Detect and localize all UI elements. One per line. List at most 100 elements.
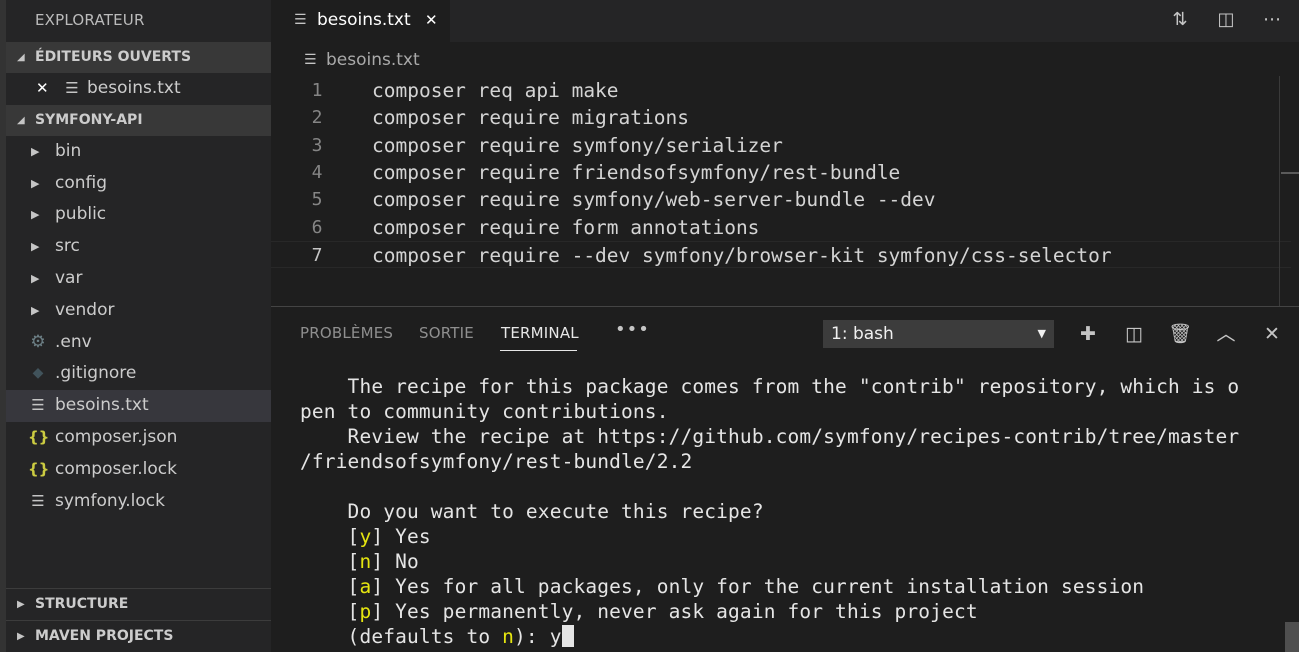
option-text: No [395,550,419,573]
file-item-besoins[interactable]: ☰ besoins.txt [6,390,271,422]
chevron-right-icon: ▶ [31,303,40,317]
file-label: .env [55,331,92,352]
close-tab-icon[interactable]: ✕ [425,0,438,40]
file-label: symfony.lock [55,490,165,511]
line-text: composer require --dev symfony/browser-k… [372,243,1112,267]
explorer-sidebar: EXPLORATEUR ◢ ÉDITEURS OUVERTS ✕ ☰ besoi… [6,0,271,652]
terminal-line: Review the recipe at https://github.com/… [300,425,1240,448]
project-header[interactable]: ◢ SYMFONY-API [6,104,271,136]
code-line: 1 composer req api make [271,77,1291,104]
text-file-icon: ☰ [65,79,79,97]
chevron-right-icon: ▶ [31,176,40,190]
open-editor-item[interactable]: ✕ ☰ besoins.txt [6,73,271,105]
text-file-icon: ☰ [294,12,307,28]
gear-icon: ⚙ [30,331,46,352]
text-file-icon: ☰ [31,491,45,510]
option-text: Yes [395,525,431,548]
file-item-env[interactable]: ⚙ .env [6,327,271,359]
folder-label: bin [55,140,82,161]
chevron-right-icon: ▶ [31,208,40,222]
chevron-right-icon: ▶ [31,144,40,158]
line-number: 2 [311,107,323,129]
maven-projects-label: MAVEN PROJECTS [35,628,174,644]
file-item-gitignore[interactable]: ◆ .gitignore [6,358,271,390]
line-text: composer req api make [372,79,619,102]
folder-label: config [55,172,108,193]
more-tabs-icon[interactable]: ••• [615,319,650,340]
overview-ruler [1279,76,1280,306]
terminal-select-value: 1: bash [831,324,894,344]
tab-problems[interactable]: PROBLÈMES [300,324,393,342]
option-key: p [359,600,372,623]
tab-output[interactable]: SORTIE [419,324,474,342]
open-editors-header[interactable]: ◢ ÉDITEURS OUVERTS [6,42,271,73]
terminal-scrollbar[interactable] [1285,622,1299,652]
terminal-output[interactable]: The recipe for this package comes from t… [300,374,1280,649]
maven-projects-section[interactable]: ▶ MAVEN PROJECTS [6,620,271,651]
folder-item-bin[interactable]: ▶ bin [6,136,271,168]
line-number: 1 [311,80,323,101]
terminal-line: pen to community contributions. [300,400,669,423]
folder-item-vendor[interactable]: ▶ vendor [6,295,271,327]
line-text: composer require form annotations [372,215,760,239]
folder-item-var[interactable]: ▶ var [6,263,271,295]
tab-label: besoins.txt [317,10,411,30]
split-editor-icon[interactable]: ◫ [1214,8,1238,32]
split-terminal-icon[interactable]: ◫ [1121,321,1147,347]
folder-item-src[interactable]: ▶ src [6,231,271,263]
line-number: 4 [311,161,323,183]
open-changes-icon[interactable]: ⇅ [1168,8,1192,32]
breadcrumb-file[interactable]: besoins.txt [326,42,420,78]
folder-item-public[interactable]: ▶ public [6,199,271,231]
json-icon: {} [28,427,50,446]
terminal-option: [y] Yes [300,525,431,548]
file-item-composer-lock[interactable]: {} composer.lock [6,454,271,486]
code-line: 2 composer require migrations [271,104,1291,131]
code-line: 6 composer require form annotations [271,214,1291,241]
open-editor-label: besoins.txt [87,78,181,98]
folder-label: var [55,267,83,288]
terminal-line: Do you want to execute this recipe? [300,500,764,523]
folder-label: vendor [55,299,115,320]
chevron-right-icon: ▶ [17,631,25,642]
breadcrumb: ☰ besoins.txt [271,42,1299,74]
terminal-select[interactable]: 1: bash ▼ [823,320,1054,348]
code-line: 5 composer require symfony/web-server-bu… [271,186,1291,213]
prompt-input: y [549,625,562,648]
tab-besoins[interactable]: ☰ besoins.txt ✕ [271,0,450,42]
code-editor[interactable]: 1 composer req api make 2 composer requi… [271,76,1299,306]
file-label: .gitignore [55,363,137,384]
expanded-triangle-icon: ◢ [17,52,25,63]
line-text: composer require symfony/serializer [372,133,783,157]
folder-item-config[interactable]: ▶ config [6,168,271,200]
new-terminal-icon[interactable]: ✚ [1075,321,1101,347]
close-editor-icon[interactable]: ✕ [36,73,49,105]
option-key: a [359,575,372,598]
terminal-line: /friendsofsymfony/rest-bundle/2.2 [300,450,693,473]
option-text: Yes permanently, never ask again for thi… [395,600,978,623]
code-line-current: 7 composer require --dev symfony/browser… [271,240,1291,268]
line-number: 5 [311,189,323,211]
tab-terminal[interactable]: TERMINAL [501,324,579,342]
file-item-composer-json[interactable]: {} composer.json [6,422,271,454]
line-number: 7 [311,244,323,266]
text-file-icon: ☰ [31,396,45,415]
more-actions-icon[interactable]: ⋯ [1260,8,1284,32]
code-line: 3 composer require symfony/serializer [271,132,1291,159]
structure-label: STRUCTURE [35,596,129,612]
text-file-icon: ☰ [304,52,317,68]
trash-icon[interactable]: 🗑 [1167,321,1193,347]
structure-section[interactable]: ▶ STRUCTURE [6,588,271,619]
file-label: composer.lock [55,458,177,479]
close-panel-icon[interactable]: ✕ [1259,321,1285,347]
terminal-cursor [561,625,574,647]
chevron-right-icon: ▶ [31,240,40,254]
file-item-symfony-lock[interactable]: ☰ symfony.lock [6,486,271,518]
terminal-option: [n] No [300,550,419,573]
maximize-panel-icon[interactable]: ︿ [1213,321,1239,347]
line-number: 3 [311,134,323,156]
chevron-right-icon: ▶ [17,599,25,610]
chevron-right-icon: ▶ [31,271,40,285]
prompt-default: n [502,625,515,648]
prompt-prefix: (defaults to [300,625,503,648]
